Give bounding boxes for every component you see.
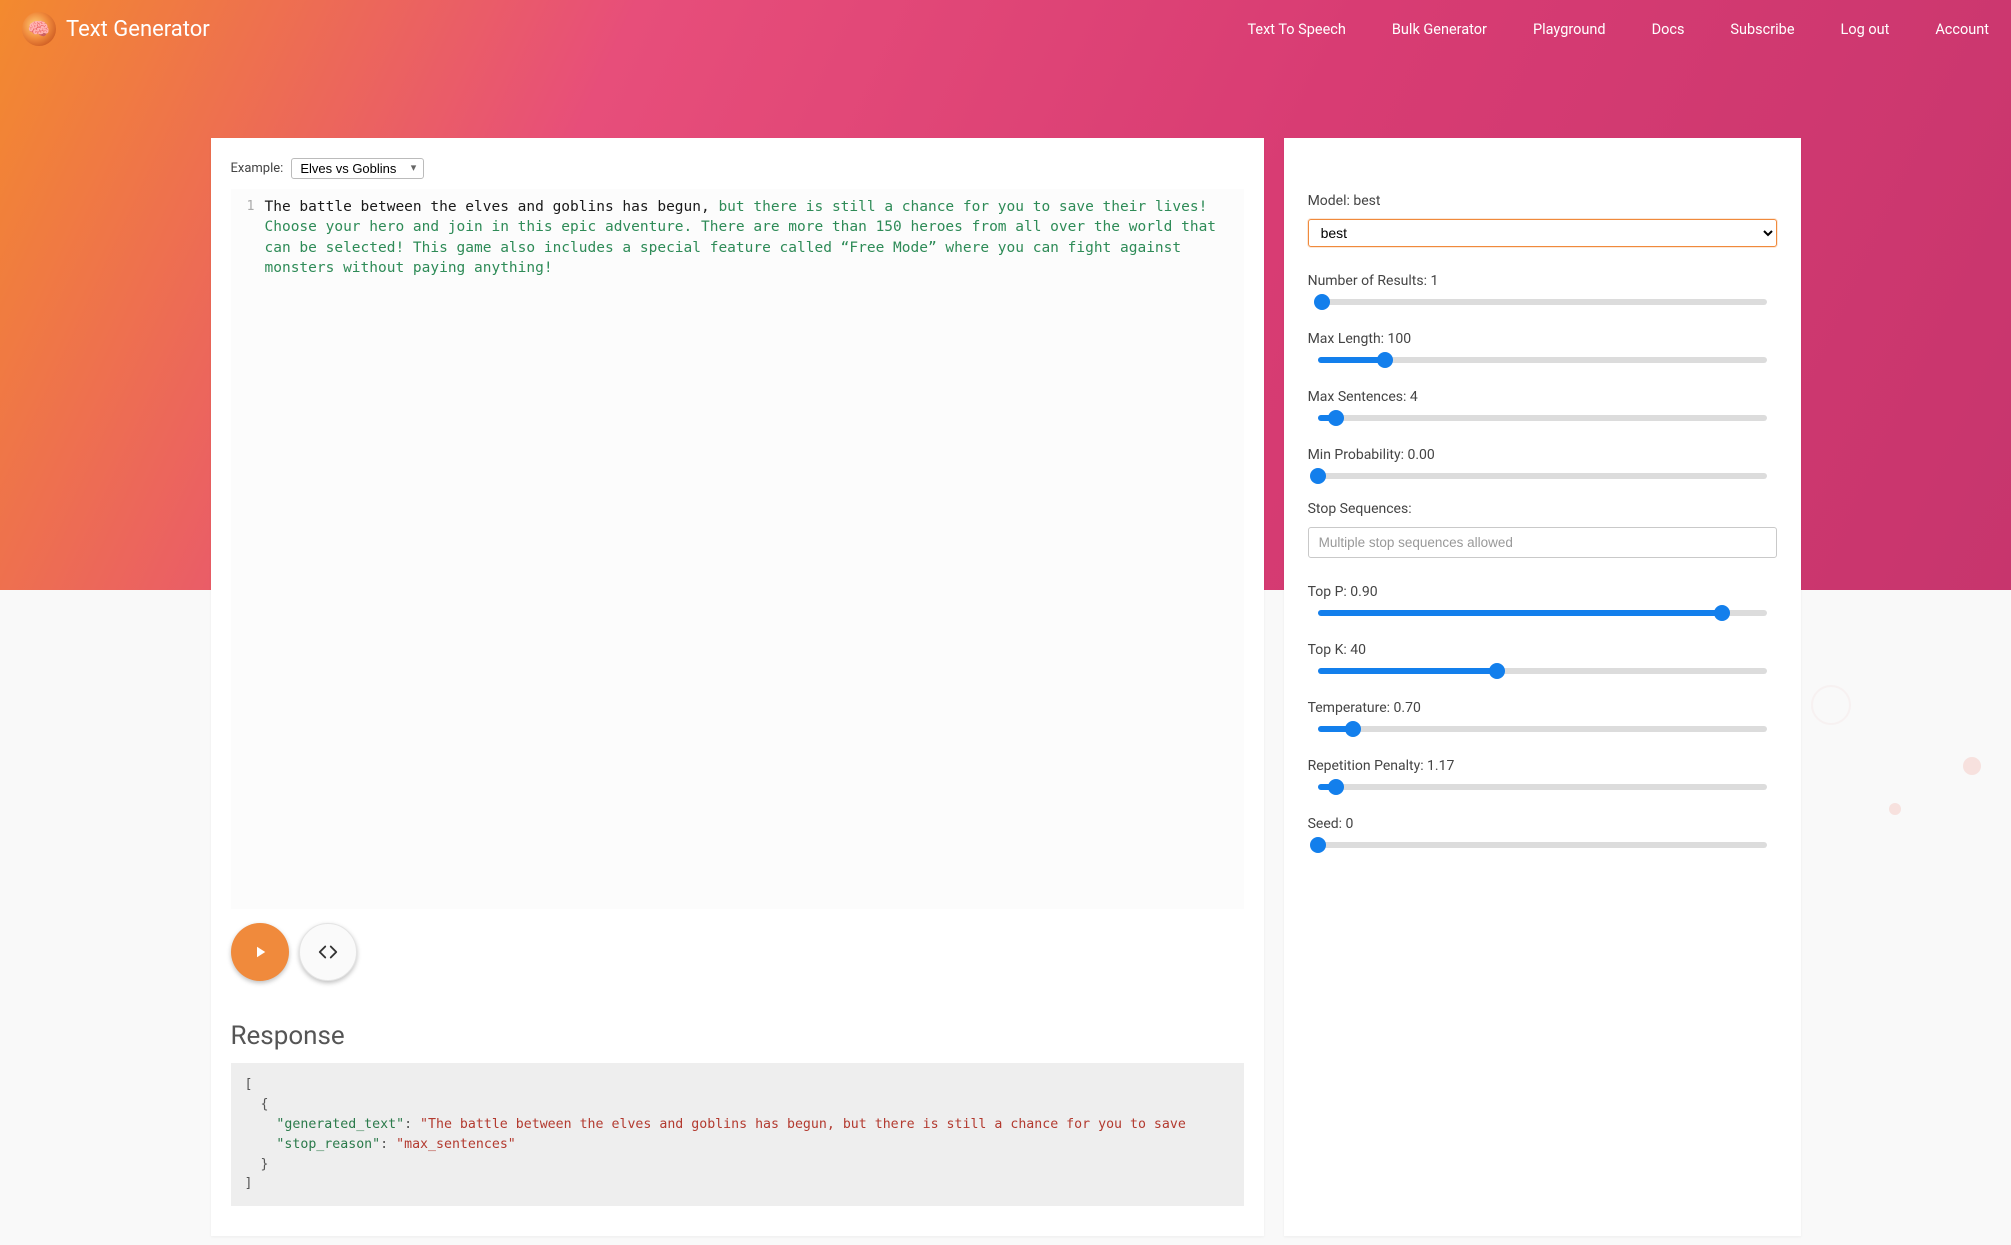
nav-bulk-generator[interactable]: Bulk Generator (1392, 21, 1487, 38)
response-heading: Response (211, 981, 1264, 1063)
temperature-slider[interactable] (1308, 726, 1777, 732)
generate-button[interactable] (231, 923, 289, 981)
brand-title: Text Generator (66, 17, 210, 42)
example-row: Example: Elves vs Goblins (211, 158, 1264, 189)
action-buttons (211, 909, 1264, 981)
play-icon (251, 943, 269, 961)
slider-thumb[interactable] (1714, 605, 1730, 621)
temperature-row: Temperature: 0.70 (1308, 696, 1777, 754)
seed-label: Seed: 0 (1308, 816, 1777, 832)
top-k-label: Top K: 40 (1308, 642, 1777, 658)
top-p-row: Top P: 0.90 (1308, 580, 1777, 638)
seed-row: Seed: 0 (1308, 812, 1777, 870)
min-prob-row: Min Probability: 0.00 (1308, 443, 1777, 501)
max-length-label: Max Length: 100 (1308, 331, 1777, 347)
stop-sequences-input[interactable] (1308, 527, 1777, 558)
stop-seq-label: Stop Sequences: (1308, 501, 1777, 517)
max-sentences-slider[interactable] (1308, 415, 1777, 421)
num-results-label: Number of Results: 1 (1308, 273, 1777, 289)
editor-text[interactable]: The battle between the elves and goblins… (255, 197, 1230, 901)
slider-thumb[interactable] (1328, 779, 1344, 795)
min-prob-label: Min Probability: 0.00 (1308, 447, 1777, 463)
example-select[interactable]: Elves vs Goblins (291, 158, 424, 179)
max-sentences-row: Max Sentences: 4 (1308, 385, 1777, 443)
num-results-row: Number of Results: 1 (1308, 269, 1777, 327)
view-code-button[interactable] (299, 923, 357, 981)
model-label: Model: best (1308, 193, 1777, 209)
nav-account[interactable]: Account (1935, 21, 1989, 38)
editor-gutter: 1 (241, 197, 255, 901)
header: 🧠 Text Generator Text To Speech Bulk Gen… (0, 0, 2011, 58)
decorative-dots (1771, 605, 1991, 825)
slider-thumb[interactable] (1377, 352, 1393, 368)
slider-thumb[interactable] (1314, 294, 1330, 310)
brand-logo-icon: 🧠 (22, 12, 56, 46)
editor-panel: Example: Elves vs Goblins 1 The battle b… (211, 138, 1264, 1236)
num-results-slider[interactable] (1308, 299, 1777, 305)
temperature-label: Temperature: 0.70 (1308, 700, 1777, 716)
prompt-editor[interactable]: 1 The battle between the elves and gobli… (231, 189, 1244, 909)
top-k-slider[interactable] (1308, 668, 1777, 674)
rep-penalty-row: Repetition Penalty: 1.17 (1308, 754, 1777, 812)
settings-panel: Model: best best Number of Results: 1 Ma… (1284, 138, 1801, 1236)
max-length-slider[interactable] (1308, 357, 1777, 363)
slider-thumb[interactable] (1489, 663, 1505, 679)
slider-thumb[interactable] (1310, 837, 1326, 853)
slider-thumb[interactable] (1345, 721, 1361, 737)
top-p-label: Top P: 0.90 (1308, 584, 1777, 600)
response-json: [ { "generated_text": "The battle betwee… (231, 1063, 1244, 1206)
nav-playground[interactable]: Playground (1533, 21, 1606, 38)
top-nav: Text To Speech Bulk Generator Playground… (1247, 21, 1989, 38)
max-length-row: Max Length: 100 (1308, 327, 1777, 385)
example-label: Example: (231, 161, 284, 176)
code-icon (317, 941, 339, 963)
rep-penalty-slider[interactable] (1308, 784, 1777, 790)
model-select[interactable]: best (1308, 219, 1777, 247)
slider-thumb[interactable] (1310, 468, 1326, 484)
top-k-row: Top K: 40 (1308, 638, 1777, 696)
slider-thumb[interactable] (1328, 410, 1344, 426)
content: Example: Elves vs Goblins 1 The battle b… (211, 138, 1801, 1236)
prompt-text: The battle between the elves and goblins… (265, 199, 719, 215)
nav-docs[interactable]: Docs (1652, 21, 1685, 38)
brand[interactable]: 🧠 Text Generator (22, 12, 210, 46)
nav-subscribe[interactable]: Subscribe (1730, 21, 1794, 38)
min-prob-slider[interactable] (1308, 473, 1777, 479)
nav-logout[interactable]: Log out (1841, 21, 1890, 38)
rep-penalty-label: Repetition Penalty: 1.17 (1308, 758, 1777, 774)
nav-text-to-speech[interactable]: Text To Speech (1247, 21, 1345, 38)
max-sentences-label: Max Sentences: 4 (1308, 389, 1777, 405)
top-p-slider[interactable] (1308, 610, 1777, 616)
seed-slider[interactable] (1308, 842, 1777, 848)
